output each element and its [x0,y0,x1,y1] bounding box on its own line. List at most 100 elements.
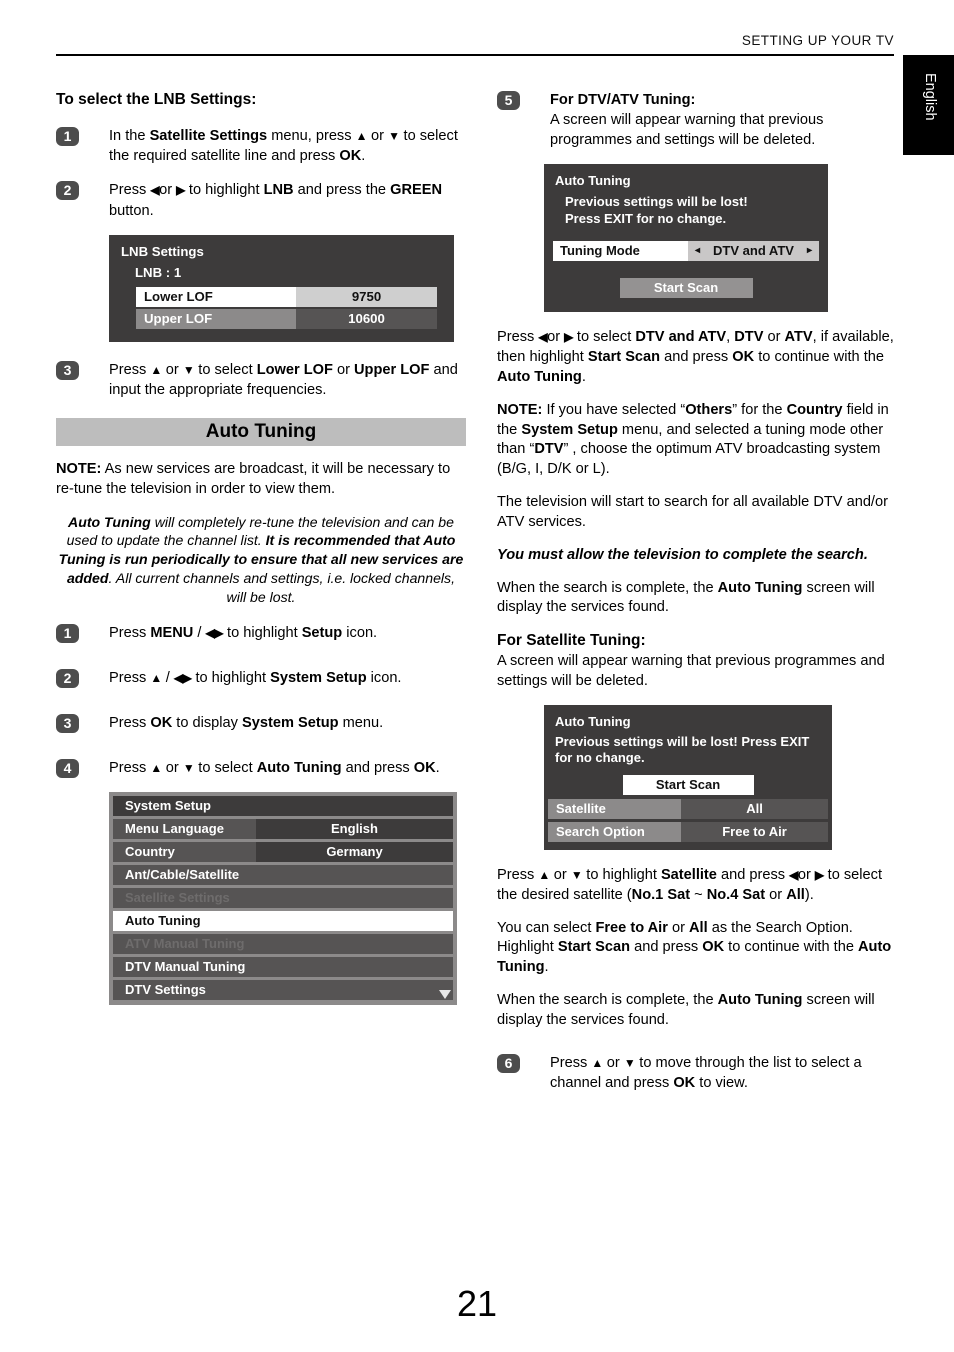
step-text: Press OK to display System Setup menu. [109,715,384,732]
osd-row-value: 10600 [296,308,437,329]
chevron-down-icon[interactable] [439,990,451,1000]
list-item: 2 Press ▲ / ◀▶ to highlight System Setup… [56,668,466,689]
step-badge: 1 [56,127,79,147]
osd-subtitle: LNB : 1 [135,264,182,280]
satellite-select-paragraph: Press ▲ or ▼ to highlight Satellite and … [497,866,883,903]
chevron-right-icon[interactable]: ▸ [807,241,812,261]
list-item: 6 Press ▲ or ▼ to move through the list … [497,1053,897,1093]
tuning-mode-row[interactable]: Tuning Mode ◂ DTV and ATV ▸ [553,241,819,262]
osd-row-search-option[interactable]: Search Option Free to Air [548,821,828,842]
osd-row-satellite[interactable]: Satellite All [548,798,828,819]
menu-item-label: Menu Language [125,821,224,837]
step-text: Press ▲ or ▼ to select Auto Tuning and p… [109,760,440,777]
step-badge: 3 [56,714,79,734]
step-badge: 4 [56,759,79,779]
search-option-paragraph: You can select Free to Air or All as the… [497,919,892,976]
step-badge: 1 [56,623,79,643]
satellite-tuning-intro: A screen will appear warning that previo… [497,653,885,690]
osd-row-upper-lof[interactable]: Upper LOF 10600 [136,308,437,329]
menu-item-label: DTV Manual Tuning [125,959,246,975]
menu-item-label: Country [125,844,175,860]
osd-row-label: Upper LOF [136,308,296,329]
step-badge: 2 [56,669,79,689]
osd-title: System Setup [113,796,453,817]
step-text: Press ▲ or ▼ to move through the list to… [550,1054,862,1091]
menu-item-atv-manual-tuning: ATV Manual Tuning [113,934,453,955]
step-badge: 5 [497,91,520,110]
osd-warning-message: Previous settings will be lost! Press EX… [544,194,828,241]
menu-item-ant-cable-satellite[interactable]: Ant/Cable/Satellite [113,865,453,886]
search-complete-paragraph-2: When the search is complete, the Auto Tu… [497,992,875,1028]
dtv-atv-heading: For DTV/ATV Tuning: [550,92,696,108]
menu-item-label: Auto Tuning [125,913,201,929]
osd-row-label: Lower LOF [136,286,296,307]
lnb-settings-osd: LNB Settings LNB : 1 Lower LOF 9750 Uppe… [109,234,454,342]
step-badge: 2 [56,181,79,201]
auto-tuning-italic-note: Auto Tuning will completely re-tune the … [58,513,464,606]
menu-item-menu-language[interactable]: Menu Language English [113,819,453,840]
language-tab-label: English [922,73,938,121]
menu-item-label: ATV Manual Tuning [125,936,245,952]
menu-item-label: Satellite Settings [125,890,230,906]
auto-tuning-satellite-osd: Auto Tuning Previous settings will be lo… [544,705,832,850]
step-text: Press ▲ / ◀▶ to highlight System Setup i… [109,670,402,687]
language-tab: English [903,55,954,155]
osd-warning-line-2: Press EXIT for no change. [565,210,727,226]
menu-item-dtv-manual-tuning[interactable]: DTV Manual Tuning [113,957,453,978]
menu-item-label: Ant/Cable/Satellite [125,867,240,883]
lnb-section-heading: To select the LNB Settings: [56,91,257,108]
start-scan-button[interactable]: Start Scan [619,278,753,299]
dtv-atv-intro-text: A screen will appear warning that previo… [550,112,824,149]
step-text: Press ◀or ▶ to highlight LNB and press t… [109,182,443,219]
menu-item-satellite-settings: Satellite Settings [113,888,453,909]
menu-item-value: Germany [256,842,453,863]
list-item: 2 Press ◀or ▶ to highlight LNB and press… [56,180,466,220]
auto-tuning-note: NOTE: As new services are broadcast, it … [56,460,451,497]
list-item: 4 Press ▲ or ▼ to select Auto Tuning and… [56,758,466,779]
list-item: 3 Press ▲ or ▼ to select Lower LOF or Up… [56,360,466,400]
osd-row-label: Satellite [548,798,681,819]
system-setup-osd: System Setup Menu Language English Count… [109,792,457,1006]
osd-row-value: 9750 [296,286,437,307]
menu-item-dtv-settings[interactable]: DTV Settings [113,980,453,1001]
search-complete-paragraph-1: When the search is complete, the Auto Tu… [497,579,875,616]
osd-row-value: All [681,798,828,819]
country-others-note: NOTE: If you have selected “Others” for … [497,401,889,478]
left-column: To select the LNB Settings: 1 In the Sat… [56,90,466,1006]
osd-warning-message: Previous settings will be lost! Press EX… [555,734,810,766]
tuning-mode-label: Tuning Mode [553,241,688,262]
osd-row-label: Search Option [548,821,681,842]
list-item: 3 Press OK to display System Setup menu. [56,713,466,734]
osd-bottom-padding [544,845,832,850]
list-item: 5 For DTV/ATV Tuning: A screen will appe… [497,90,897,150]
menu-item-label: DTV Settings [125,982,206,998]
step-text: Press ▲ or ▼ to select Lower LOF or Uppe… [109,361,458,398]
menu-item-auto-tuning[interactable]: Auto Tuning [113,911,453,932]
search-start-paragraph: The television will start to search for … [497,494,888,530]
osd-row-lower-lof[interactable]: Lower LOF 9750 [136,286,437,307]
page-number: 21 [456,1283,498,1324]
osd-title: Auto Tuning [555,714,631,730]
satellite-tuning-heading: For Satellite Tuning: [497,632,646,650]
menu-item-country[interactable]: Country Germany [113,842,453,863]
osd-row-value: Free to Air [681,821,828,842]
header-divider [56,54,894,56]
start-scan-button[interactable]: Start Scan [622,774,754,795]
osd-title: Auto Tuning [555,173,631,189]
step-text: Press MENU / ◀▶ to highlight Setup icon. [109,624,378,641]
complete-search-warning: You must allow the television to complet… [497,546,868,563]
step-badge: 6 [497,1053,520,1073]
page-header-title: SETTING UP YOUR TV [741,33,894,48]
tuning-mode-value-stepper[interactable]: ◂ DTV and ATV ▸ [688,241,819,262]
osd-warning-line-1: Previous settings will be lost! [565,194,748,210]
right-column: 5 For DTV/ATV Tuning: A screen will appe… [497,90,897,1107]
osd-title: LNB Settings [121,243,204,259]
step-badge: 3 [56,360,79,380]
dtv-instruction-paragraph: Press ◀or ▶ to select DTV and ATV, DTV o… [497,329,894,385]
menu-item-value: English [256,819,453,840]
step-text: In the Satellite Settings menu, press ▲ … [109,128,458,165]
list-item: 1 In the Satellite Settings menu, press … [56,126,466,166]
tuning-mode-value: DTV and ATV [713,243,794,259]
manual-page: SETTING UP YOUR TV English To select the… [0,0,954,1352]
list-item: 1 Press MENU / ◀▶ to highlight Setup ico… [56,623,466,643]
